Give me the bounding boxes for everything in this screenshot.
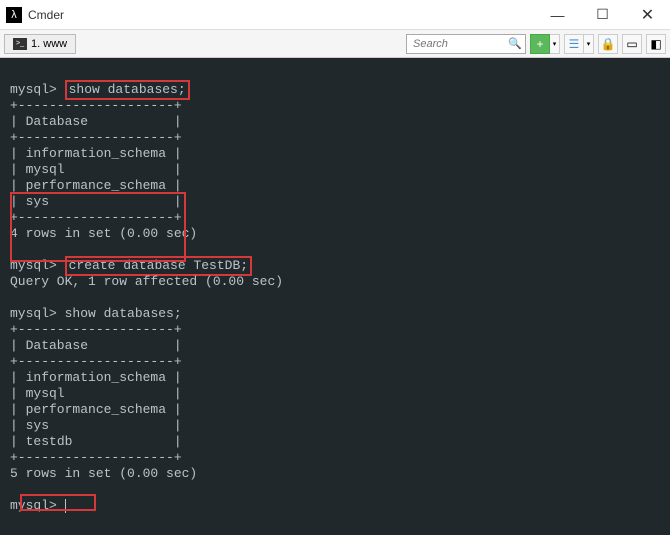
table-border: +--------------------+ (10, 354, 182, 369)
tab-www[interactable]: >_ 1. www (4, 34, 76, 54)
app-icon: λ (6, 7, 22, 23)
table-border: +--------------------+ (10, 130, 182, 145)
table-row-prefix: | (10, 434, 26, 449)
command: show databases; (65, 80, 190, 100)
table-row: | sys | (10, 194, 182, 209)
prompt: mysql> (10, 258, 57, 273)
tab-label: www (43, 38, 67, 50)
terminal-icon: >_ (13, 38, 27, 50)
table-header: | Database | (10, 114, 182, 129)
new-tab-dropdown[interactable]: ▾ (550, 34, 560, 54)
window-title: Cmder (28, 8, 535, 22)
prompt: mysql> (10, 82, 57, 97)
table-border: +--------------------+ (10, 322, 182, 337)
terminal[interactable]: mysql> show databases; +----------------… (0, 58, 670, 535)
table-row: | sys | (10, 418, 182, 433)
table-border: +--------------------+ (10, 210, 182, 225)
close-button[interactable]: ✕ (625, 0, 670, 30)
table-row: | information_schema | (10, 370, 182, 385)
table-row-suffix: | (72, 434, 181, 449)
result-text: Query OK, 1 row affected (0.00 sec) (10, 274, 283, 289)
prompt: mysql> (10, 306, 57, 321)
new-tab-button[interactable]: + (530, 34, 550, 54)
table-row: | mysql | (10, 386, 182, 401)
minimize-button[interactable]: — (535, 0, 580, 30)
result-text: 4 rows in set (0.00 sec) (10, 226, 197, 241)
table-header: | Database | (10, 338, 182, 353)
command: show databases; (65, 306, 182, 321)
db-testdb: testdb (26, 434, 73, 449)
maximize-button[interactable]: ☐ (580, 0, 625, 30)
cursor (65, 499, 66, 513)
prompt: mysql> (10, 498, 57, 513)
table-row: | mysql | (10, 162, 182, 177)
view-dropdown[interactable]: ▾ (584, 34, 594, 54)
view-button[interactable]: ☰ (564, 34, 584, 54)
tab-number: 1. (31, 38, 40, 50)
layout-single-button[interactable]: ▭ (622, 34, 642, 54)
titlebar: λ Cmder — ☐ ✕ (0, 0, 670, 30)
search-wrap: 🔍 (406, 34, 526, 54)
result-text: 5 rows in set (0.00 sec) (10, 466, 197, 481)
search-icon: 🔍 (508, 37, 522, 50)
table-row: | performance_schema | (10, 402, 182, 417)
table-row: | information_schema | (10, 146, 182, 161)
lock-icon[interactable]: 🔒 (598, 34, 618, 54)
layout-split-button[interactable]: ◧ (646, 34, 666, 54)
table-row: | performance_schema | (10, 178, 182, 193)
command: create database TestDB; (65, 256, 252, 276)
table-border: +--------------------+ (10, 450, 182, 465)
toolbar: >_ 1. www 🔍 + ▾ ☰ ▾ 🔒 ▭ ◧ (0, 30, 670, 58)
table-border: +--------------------+ (10, 98, 182, 113)
